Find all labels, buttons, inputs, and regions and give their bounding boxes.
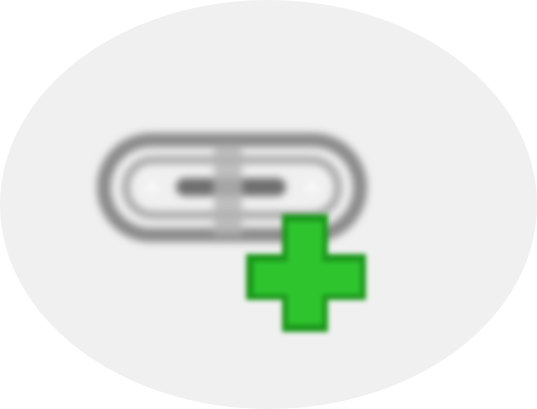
add-link-icon: [0, 0, 537, 409]
insert-link-toolbar-button-area: [0, 0, 537, 409]
